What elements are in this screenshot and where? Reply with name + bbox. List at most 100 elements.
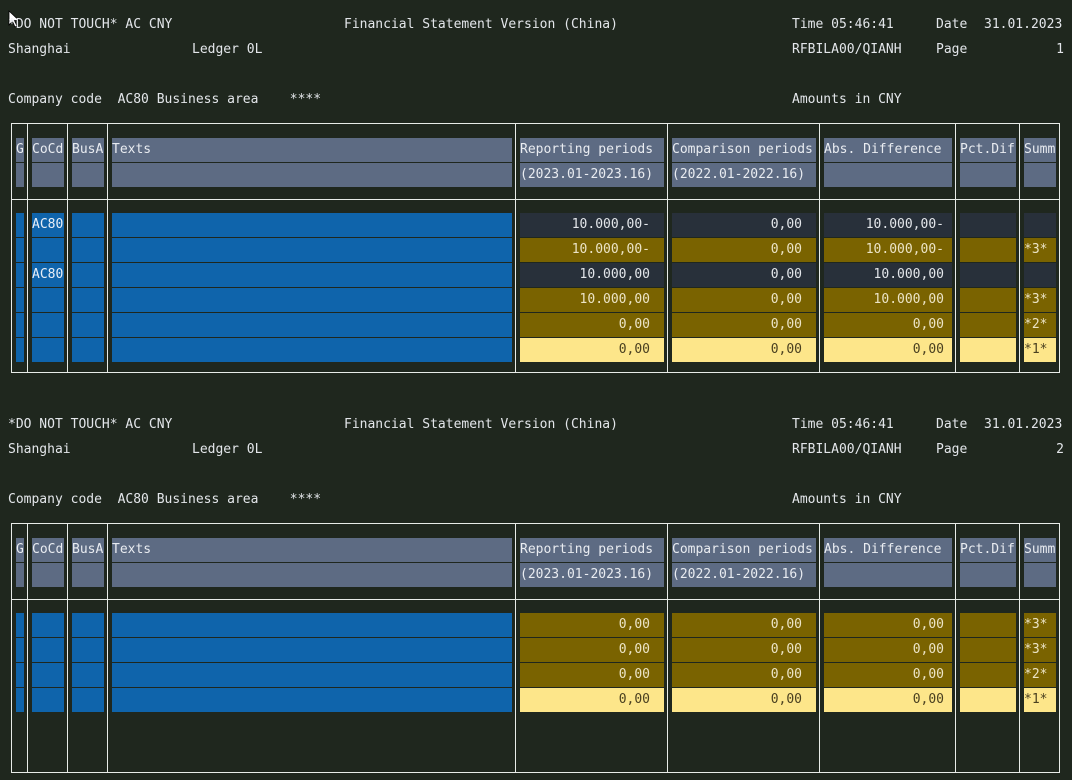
cell-texts[interactable] [112, 213, 512, 237]
column-subheader-cocd [32, 563, 64, 587]
cell-texts[interactable] [112, 263, 512, 287]
page-label: Page [936, 442, 968, 457]
city: Shanghai [8, 442, 71, 457]
cell-cocd [32, 613, 64, 637]
cell-texts[interactable] [112, 313, 512, 337]
cell-texts[interactable] [112, 288, 512, 312]
company-code-line: Company code AC80 Business area **** [8, 92, 322, 107]
cell-abs-diff: 10.000,00- [824, 213, 952, 237]
cell-summ: *1* [1024, 688, 1056, 712]
cell-pct [960, 663, 1016, 687]
report-date: 31.01.2023 [984, 17, 1063, 32]
cell-texts[interactable] [112, 613, 512, 637]
column-subheader-pct [960, 163, 1016, 187]
cell-pct [960, 638, 1016, 662]
column-divider [107, 523, 108, 773]
column-header-texts[interactable]: Texts [112, 138, 512, 162]
column-subheader-summ [1024, 163, 1056, 187]
cell-comparison: 0,00 [672, 688, 816, 712]
cell-reporting: 0,00 [520, 613, 664, 637]
cell-abs-diff: 10.000,00 [824, 263, 952, 287]
cell-busa [72, 663, 104, 687]
column-header-comparison[interactable]: Comparison periods [672, 138, 816, 162]
column-subheader-comparison: (2022.01-2022.16) [672, 563, 816, 587]
report-date: 31.01.2023 [984, 417, 1063, 432]
column-subheader-reporting: (2023.01-2023.16) [520, 163, 664, 187]
column-header-reporting[interactable]: Reporting periods [520, 538, 664, 562]
column-header-busa[interactable]: BusA [72, 138, 104, 162]
column-divider [1019, 523, 1020, 773]
cell-g [16, 213, 24, 237]
cell-summ: *3* [1024, 238, 1056, 262]
column-header-cocd[interactable]: CoCd [32, 538, 64, 562]
report-name: Financial Statement Version (China) [344, 17, 618, 32]
cell-comparison: 0,00 [672, 238, 816, 262]
column-divider [27, 123, 28, 373]
cell-cocd [32, 313, 64, 337]
column-header-pct[interactable]: Pct.Dif [960, 138, 1016, 162]
header-divider [11, 599, 1060, 600]
amounts-currency: Amounts in CNY [792, 492, 902, 507]
column-header-summ[interactable]: Summ [1024, 538, 1056, 562]
column-subheader-cocd [32, 163, 64, 187]
column-header-pct[interactable]: Pct.Dif [960, 538, 1016, 562]
cell-g [16, 238, 24, 262]
cell-pct [960, 263, 1016, 287]
column-header-busa[interactable]: BusA [72, 538, 104, 562]
cell-busa [72, 263, 104, 287]
cell-cocd [32, 288, 64, 312]
date-label: Date [936, 417, 968, 432]
cell-busa [72, 238, 104, 262]
cell-texts[interactable] [112, 638, 512, 662]
cell-reporting: 0,00 [520, 688, 664, 712]
cell-g [16, 338, 24, 362]
cell-busa [72, 688, 104, 712]
cell-pct [960, 238, 1016, 262]
cell-summ [1024, 213, 1056, 237]
cell-comparison: 0,00 [672, 663, 816, 687]
cell-summ: *3* [1024, 613, 1056, 637]
column-subheader-abs-diff [824, 163, 952, 187]
column-header-g[interactable]: G [16, 138, 24, 162]
cell-comparison: 0,00 [672, 338, 816, 362]
cell-cocd [32, 663, 64, 687]
column-header-abs-diff[interactable]: Abs. Difference [824, 538, 952, 562]
cell-reporting: 10.000,00- [520, 238, 664, 262]
cell-summ: *2* [1024, 663, 1056, 687]
cell-pct [960, 313, 1016, 337]
column-header-abs-diff[interactable]: Abs. Difference [824, 138, 952, 162]
column-divider [819, 123, 820, 373]
column-header-texts[interactable]: Texts [112, 538, 512, 562]
company-code-line: Company code AC80 Business area **** [8, 492, 322, 507]
cell-abs-diff: 0,00 [824, 663, 952, 687]
city: Shanghai [8, 42, 71, 57]
cell-texts[interactable] [112, 238, 512, 262]
column-subheader-busa [72, 563, 104, 587]
column-header-summ[interactable]: Summ [1024, 138, 1056, 162]
cell-busa [72, 613, 104, 637]
cell-comparison: 0,00 [672, 263, 816, 287]
column-subheader-pct [960, 563, 1016, 587]
column-header-cocd[interactable]: CoCd [32, 138, 64, 162]
cell-texts[interactable] [112, 688, 512, 712]
cell-reporting: 0,00 [520, 313, 664, 337]
column-divider [27, 523, 28, 773]
cell-summ: *2* [1024, 313, 1056, 337]
column-divider [955, 123, 956, 373]
column-subheader-texts [112, 563, 512, 587]
cell-g [16, 613, 24, 637]
cell-pct [960, 213, 1016, 237]
cell-busa [72, 638, 104, 662]
column-header-reporting[interactable]: Reporting periods [520, 138, 664, 162]
column-header-g[interactable]: G [16, 538, 24, 562]
cell-reporting: 0,00 [520, 663, 664, 687]
column-divider [667, 523, 668, 773]
cell-texts[interactable] [112, 338, 512, 362]
program-name: RFBILA00/QIANH [792, 442, 902, 457]
cell-busa [72, 313, 104, 337]
column-divider [107, 123, 108, 373]
report-page: *DO NOT TOUCH* AC CNY Financial Statement… [0, 0, 1072, 380]
cell-abs-diff: 0,00 [824, 613, 952, 637]
cell-texts[interactable] [112, 663, 512, 687]
column-header-comparison[interactable]: Comparison periods [672, 538, 816, 562]
